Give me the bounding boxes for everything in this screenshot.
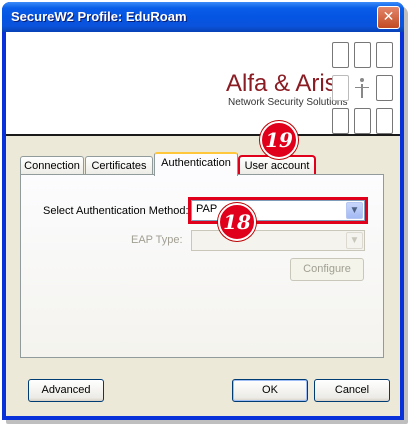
tab-label: Connection [24,160,80,172]
brand-banner: Alfa & Ariss Network Security Solutions [6,32,400,136]
callout-badge-19: 19 [260,121,298,159]
window-title: SecureW2 Profile: EduRoam [11,9,187,24]
authentication-panel: Select Authentication Method: PAP ▼ EAP … [20,174,384,358]
tab-authentication[interactable]: Authentication [154,152,238,176]
brand-logo-icon [330,42,394,134]
logo-dot-icon [355,78,369,98]
auth-method-label: Select Authentication Method: [43,205,189,217]
callout-badge-18: 18 [218,203,256,241]
dialog-window: SecureW2 Profile: EduRoam ✕ Alfa & Ariss… [2,2,404,420]
chevron-down-icon: ▼ [346,202,363,219]
close-icon: ✕ [382,9,395,25]
auth-method-select[interactable]: PAP ▼ [188,197,368,224]
eap-type-label: EAP Type: [131,234,183,246]
advanced-button[interactable]: Advanced [28,379,104,402]
tab-label: Certificates [91,160,147,172]
tab-label: Authentication [161,157,231,169]
close-button[interactable]: ✕ [377,6,400,29]
tab-certificates[interactable]: Certificates [85,156,153,175]
title-bar[interactable]: SecureW2 Profile: EduRoam ✕ [2,2,404,32]
eap-type-select[interactable]: ▼ [191,230,365,251]
auth-method-value: PAP [196,203,218,215]
configure-button[interactable]: Configure [290,258,364,281]
chevron-down-icon: ▼ [346,232,363,249]
cancel-button[interactable]: Cancel [314,379,390,402]
tab-label: User account [244,160,310,172]
dialog-body: Alfa & Ariss Network Security Solutions [6,32,400,416]
ok-button[interactable]: OK [232,379,308,402]
tab-connection[interactable]: Connection [20,156,84,175]
